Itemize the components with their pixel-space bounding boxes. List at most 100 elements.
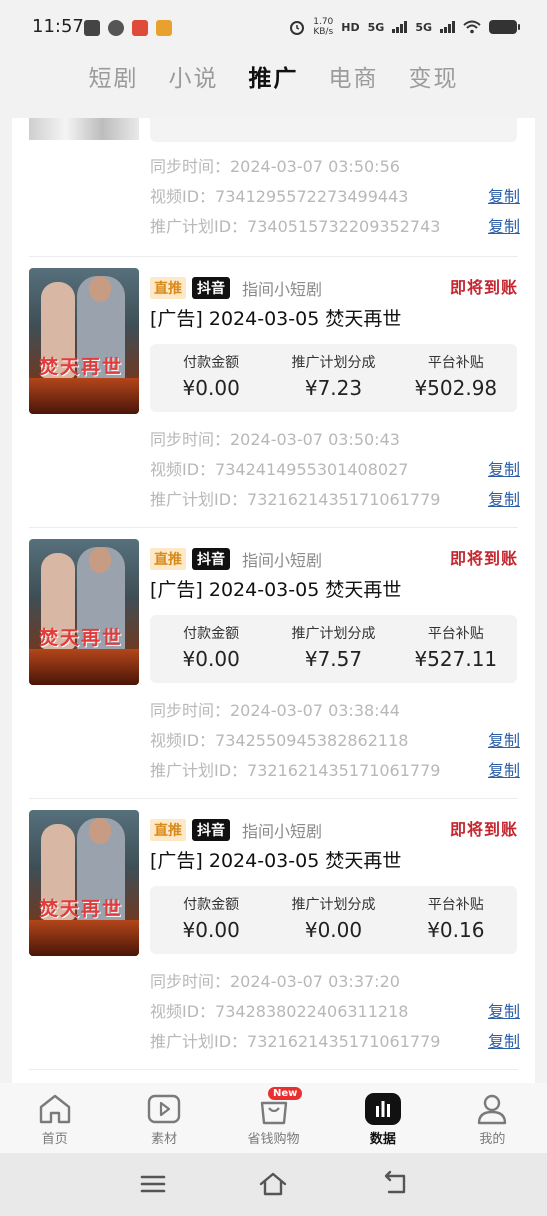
- partial-stats-box: [150, 118, 517, 142]
- signal-icon: [392, 21, 408, 33]
- stat-subsidy: 平台补贴 ¥502.98: [395, 344, 517, 412]
- stat-value: ¥0.00: [182, 918, 240, 942]
- plan-id-text: 推广计划ID：7340515732209352743: [150, 217, 441, 236]
- stats-box: 付款金额 ¥0.00 推广计划分成 ¥0.00 平台补贴 ¥0.16: [150, 886, 517, 954]
- plan-id-text: 推广计划ID：7321621435171061779: [150, 490, 441, 509]
- thumb-fire: [29, 920, 139, 956]
- nav-profile[interactable]: 我的: [438, 1083, 547, 1153]
- stat-subsidy: 平台补贴 ¥527.11: [395, 615, 517, 683]
- stat-value: ¥7.57: [304, 647, 363, 671]
- plan-id-row: 推广计划ID：7321621435171061779 复制: [150, 486, 520, 510]
- copy-video-id-button[interactable]: 复制: [488, 183, 520, 207]
- nav-label: 首页: [41, 1132, 68, 1147]
- status-time: 11:57: [32, 16, 84, 37]
- tab-promotion[interactable]: 推广: [234, 56, 314, 106]
- net-speed-unit: KB/s: [313, 27, 334, 37]
- copy-video-id-button[interactable]: 复制: [488, 727, 520, 751]
- tab-monetize[interactable]: 变现: [394, 56, 474, 106]
- copy-video-id-button[interactable]: 复制: [488, 456, 520, 480]
- copy-video-id-button[interactable]: 复制: [488, 998, 520, 1022]
- stat-payment: 付款金额 ¥0.00: [150, 615, 272, 683]
- stat-label: 付款金额: [183, 355, 240, 371]
- tag-douyin: 抖音: [192, 819, 230, 841]
- video-icon: [147, 1094, 181, 1124]
- wechat-icon: [108, 20, 124, 36]
- stat-value: ¥502.98: [414, 376, 498, 400]
- thumb-figure-head: [89, 818, 111, 844]
- sync-time: 同步时间：2024-03-07 03:50:56: [150, 153, 520, 177]
- battery-icon: [489, 20, 520, 34]
- back-icon[interactable]: [380, 1169, 410, 1199]
- video-id-row: 视频ID：7342414955301408027 复制: [150, 456, 520, 480]
- video-id-text: 视频ID：7342838022406311218: [150, 1002, 409, 1021]
- source-name: 指间小短剧: [242, 551, 323, 570]
- item-title: [广告] 2024-03-05 焚天再世: [150, 579, 402, 601]
- stat-value: ¥0.00: [182, 647, 240, 671]
- hd-indicator: HD: [341, 20, 360, 34]
- menu-icon[interactable]: [138, 1169, 168, 1199]
- stats-box: 付款金额 ¥0.00 推广计划分成 ¥7.23 平台补贴 ¥502.98: [150, 344, 517, 412]
- divider: [29, 798, 518, 799]
- network-5g-1: 5G: [367, 20, 385, 34]
- thumb-fire: [29, 649, 139, 685]
- drama-thumbnail[interactable]: 焚天再世: [29, 539, 139, 685]
- stat-label: 平台补贴: [427, 897, 484, 913]
- status-badge: 即将到账: [449, 820, 518, 839]
- tag-row: 直推 抖音 指间小短剧: [150, 276, 322, 300]
- status-bar: 11:57 1.70 KB/s HD 5G 5G: [0, 0, 547, 56]
- stat-label: 推广计划分成: [291, 897, 376, 913]
- security-icon: [84, 20, 100, 36]
- nav-label: 我的: [479, 1132, 506, 1147]
- net-speed-value: 1.70: [313, 17, 334, 27]
- tab-ecommerce[interactable]: 电商: [314, 56, 394, 106]
- signal-icon-2: [440, 21, 455, 33]
- home-system-icon[interactable]: [258, 1169, 288, 1199]
- copy-plan-id-button[interactable]: 复制: [488, 757, 520, 781]
- stat-plan-share: 推广计划分成 ¥7.57: [272, 615, 394, 683]
- item-title: [广告] 2024-03-05 焚天再世: [150, 308, 402, 330]
- tab-novel[interactable]: 小说: [154, 56, 234, 106]
- copy-plan-id-button[interactable]: 复制: [488, 486, 520, 510]
- item-title: [广告] 2024-03-05 焚天再世: [150, 850, 402, 872]
- nav-data[interactable]: 数据: [328, 1083, 437, 1153]
- divider: [29, 527, 518, 528]
- list-item[interactable]: 焚天再世 直推 抖音 指间小短剧 即将到账 [广告] 2024-03-05 焚天…: [12, 539, 535, 809]
- copy-plan-id-button[interactable]: 复制: [488, 213, 520, 237]
- stat-value: ¥0.00: [182, 376, 240, 400]
- nav-label: 素材: [151, 1132, 178, 1147]
- stat-value: ¥527.11: [414, 647, 498, 671]
- list-item[interactable]: 焚天再世 直推 抖音 指间小短剧 即将到账 [广告] 2024-03-05 焚天…: [12, 810, 535, 1080]
- chart-icon: [364, 1093, 401, 1125]
- drama-thumbnail[interactable]: 焚天再世: [29, 810, 139, 956]
- network-5g-2: 5G: [415, 20, 432, 34]
- plan-id-row: 推广计划ID：7321621435171061779 复制: [150, 757, 520, 781]
- tag-douyin: 抖音: [192, 548, 230, 570]
- tag-row: 直推 抖音 指间小短剧: [150, 818, 322, 842]
- sync-time: 同步时间：2024-03-07 03:37:20: [150, 968, 520, 992]
- user-icon: [478, 1094, 507, 1125]
- stat-payment: 付款金额 ¥0.00: [150, 886, 272, 954]
- status-badge: 即将到账: [449, 278, 518, 297]
- nav-home[interactable]: 首页: [0, 1083, 109, 1153]
- video-id-row: 视频ID：7342838022406311218 复制: [150, 998, 520, 1022]
- stat-value: ¥0.00: [304, 918, 363, 942]
- tab-short-drama[interactable]: 短剧: [74, 56, 154, 106]
- plan-id-text: 推广计划ID：7321621435171061779: [150, 1032, 441, 1051]
- new-badge: New: [268, 1087, 303, 1100]
- thumb-title: 焚天再世: [39, 627, 124, 649]
- partial-thumbnail: [29, 118, 139, 140]
- stat-subsidy: 平台补贴 ¥0.16: [395, 886, 517, 954]
- tag-row: 直推 抖音 指间小短剧: [150, 547, 322, 571]
- tag-direct: 直推: [150, 548, 186, 570]
- video-app-icon: [156, 20, 172, 36]
- drama-thumbnail[interactable]: 焚天再世: [29, 268, 139, 414]
- nav-materials[interactable]: 素材: [109, 1083, 218, 1153]
- tag-direct: 直推: [150, 819, 186, 841]
- plan-id-row: 推广计划ID：7321621435171061779 复制: [150, 1028, 520, 1052]
- list-item[interactable]: 焚天再世 直推 抖音 指间小短剧 即将到账 [广告] 2024-03-05 焚天…: [12, 268, 535, 538]
- wifi-icon: [463, 20, 481, 34]
- sync-time: 同步时间：2024-03-07 03:38:44: [150, 697, 520, 721]
- copy-plan-id-button[interactable]: 复制: [488, 1028, 520, 1052]
- tag-douyin: 抖音: [192, 277, 230, 299]
- divider: [29, 256, 518, 257]
